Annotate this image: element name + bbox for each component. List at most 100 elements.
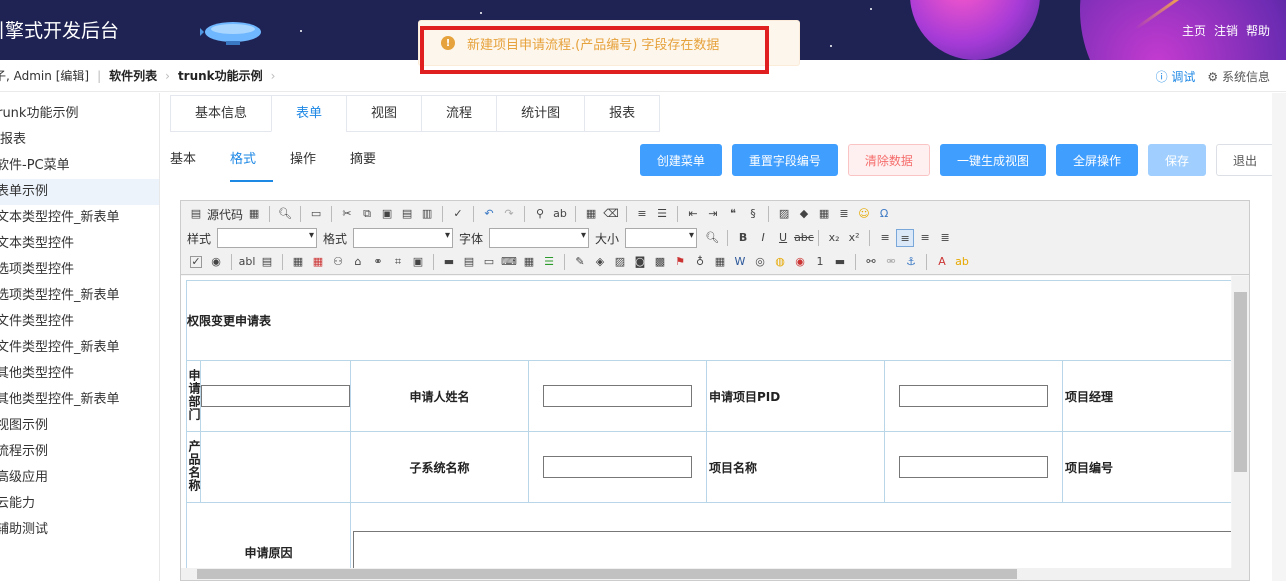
undo-icon[interactable]: ↶ <box>480 205 498 223</box>
redo-icon[interactable]: ↷ <box>500 205 518 223</box>
attachment-icon[interactable]: ▤ <box>460 253 478 271</box>
number-icon[interactable]: 1 <box>811 253 829 271</box>
applicant-name-input[interactable] <box>543 385 692 407</box>
bullet-list-icon[interactable]: ☰ <box>653 205 671 223</box>
spellcheck-icon[interactable]: ✓ <box>449 205 467 223</box>
save-button[interactable]: 保存 <box>1147 144 1206 176</box>
font-select[interactable] <box>489 228 590 248</box>
layers-icon[interactable]: ◈ <box>591 253 609 271</box>
table-icon[interactable]: ▦ <box>815 205 833 223</box>
align-center-icon[interactable]: ≡ <box>896 229 915 247</box>
breadcrumb-item-software-list[interactable]: 软件列表 <box>109 67 157 84</box>
fullscreen-button[interactable]: 全屏操作 <box>1055 144 1138 176</box>
editor-document[interactable]: 权限变更申请表 申请部门 申请人姓名 申请项目PID 项目经理 产品名称 子系统… <box>181 276 1231 570</box>
button-control-icon[interactable]: ▬ <box>440 253 458 271</box>
map-pin-icon[interactable]: ⚑ <box>671 253 689 271</box>
subtab-operation[interactable]: 操作 <box>290 148 333 182</box>
style-select[interactable] <box>217 228 318 248</box>
paste-icon[interactable]: ▣ <box>378 205 396 223</box>
sidebar-item-pc-menu[interactable]: 软件-PC菜单 <box>0 153 159 179</box>
unlink-icon[interactable]: ⚮ <box>882 253 900 271</box>
paste-word-icon[interactable]: ▥ <box>418 205 436 223</box>
copy-icon[interactable]: ⧉ <box>358 205 376 223</box>
qrcode-icon[interactable]: ▦ <box>711 253 729 271</box>
sidebar-item-report[interactable]: 报表 <box>0 127 159 153</box>
generate-view-button[interactable]: 一键生成视图 <box>939 144 1046 176</box>
cut-icon[interactable]: ✂ <box>338 205 356 223</box>
template-icon[interactable]: ▦ <box>245 205 263 223</box>
special-char-icon[interactable]: Ω <box>875 205 893 223</box>
calendar-icon[interactable]: ▦ <box>309 253 327 271</box>
tab-view[interactable]: 视图 <box>346 95 422 132</box>
select-all-icon[interactable]: ▦ <box>582 205 600 223</box>
textfield-control-icon[interactable]: abl <box>238 253 256 271</box>
anchor-icon[interactable]: ⚓ <box>902 253 920 271</box>
picture-icon[interactable]: ▨ <box>611 253 629 271</box>
logout-link[interactable]: 注销 <box>1214 22 1238 39</box>
justify-icon[interactable]: ≣ <box>936 229 954 247</box>
sidebar-item-other-new[interactable]: 其他类型控件_新表单 <box>0 387 159 413</box>
subtab-basic[interactable]: 基本 <box>170 148 213 182</box>
signature-icon[interactable]: ✎ <box>571 253 589 271</box>
tree-icon[interactable]: ⌗ <box>389 253 407 271</box>
sidebar-item-text[interactable]: 文本类型控件 <box>0 231 159 257</box>
smiley-icon[interactable]: ☺ <box>855 205 873 223</box>
breadcrumb-item-trunk[interactable]: trunk功能示例 <box>178 67 263 84</box>
replace-icon[interactable]: ab <box>551 205 569 223</box>
media-icon[interactable]: ▩ <box>651 253 669 271</box>
subsystem-name-input[interactable] <box>543 456 692 478</box>
web-icon[interactable]: ◎ <box>751 253 769 271</box>
stamp-icon[interactable]: ◉ <box>791 253 809 271</box>
exit-button[interactable]: 退出 <box>1215 144 1274 176</box>
superscript-icon[interactable]: x² <box>845 229 863 247</box>
sidebar-item-test[interactable]: 辅助测试 <box>0 517 159 543</box>
department-icon[interactable]: ⌂ <box>349 253 367 271</box>
link-icon[interactable]: ⚯ <box>862 253 880 271</box>
sidebar-item-option[interactable]: 选项类型控件 <box>0 257 159 283</box>
format-select[interactable] <box>353 228 454 248</box>
subscript-icon[interactable]: x₂ <box>825 229 843 247</box>
document-icon[interactable]: ▭ <box>480 253 498 271</box>
grid-icon[interactable]: ▦ <box>520 253 538 271</box>
flash-icon[interactable]: ◆ <box>795 205 813 223</box>
microphone-icon[interactable]: ♁ <box>691 253 709 271</box>
preview-icon[interactable]: 🔍︎ <box>703 229 721 247</box>
list-control-icon[interactable]: ☰ <box>540 253 558 271</box>
tab-basic-info[interactable]: 基本信息 <box>170 95 272 132</box>
source-code-icon[interactable]: ▤ <box>187 205 205 223</box>
paste-text-icon[interactable]: ▤ <box>398 205 416 223</box>
textarea-control-icon[interactable]: ▤ <box>258 253 276 271</box>
size-select[interactable] <box>625 228 698 248</box>
sidebar-item-advanced[interactable]: 高级应用 <box>0 465 159 491</box>
word-icon[interactable]: W <box>731 253 749 271</box>
subform-icon[interactable]: ▣ <box>409 253 427 271</box>
find-icon[interactable]: ⚲ <box>531 205 549 223</box>
tab-report[interactable]: 报表 <box>584 95 661 132</box>
horizontal-rule-icon[interactable]: ≣ <box>835 205 853 223</box>
tab-form[interactable]: 表单 <box>271 95 347 132</box>
checkbox-control-icon[interactable]: ✓ <box>190 256 202 268</box>
sidebar-item-view[interactable]: 视图示例 <box>0 413 159 439</box>
bold-icon[interactable]: B <box>734 229 752 247</box>
strikethrough-icon[interactable]: abc <box>794 229 814 247</box>
home-link[interactable]: 主页 <box>1182 22 1206 39</box>
editor-horizontal-scrollbar[interactable] <box>181 568 1249 580</box>
department-input[interactable] <box>201 385 350 407</box>
source-code-button[interactable]: 源代码 <box>207 206 243 223</box>
font-color-icon[interactable]: A <box>933 253 951 271</box>
debug-link[interactable]: ⓘ 调试 <box>1156 68 1196 85</box>
radio-control-icon[interactable]: ◉ <box>207 253 225 271</box>
color-wheel-icon[interactable]: ◍ <box>771 253 789 271</box>
background-color-icon[interactable]: ab <box>953 253 971 271</box>
align-right-icon[interactable]: ≡ <box>916 229 934 247</box>
indent-icon[interactable]: ⇥ <box>704 205 722 223</box>
camera-icon[interactable]: ◙ <box>631 253 649 271</box>
numbered-list-icon[interactable]: ≡ <box>633 205 651 223</box>
sidebar-item-other[interactable]: 其他类型控件 <box>0 361 159 387</box>
user-info[interactable]: 子, Admin [编辑] <box>0 67 89 84</box>
reset-fields-button[interactable]: 重置字段编号 <box>731 144 838 176</box>
help-link[interactable]: 帮助 <box>1246 22 1270 39</box>
subtab-summary[interactable]: 摘要 <box>350 148 393 182</box>
outdent-icon[interactable]: ⇤ <box>684 205 702 223</box>
blockquote-icon[interactable]: ❝ <box>724 205 742 223</box>
